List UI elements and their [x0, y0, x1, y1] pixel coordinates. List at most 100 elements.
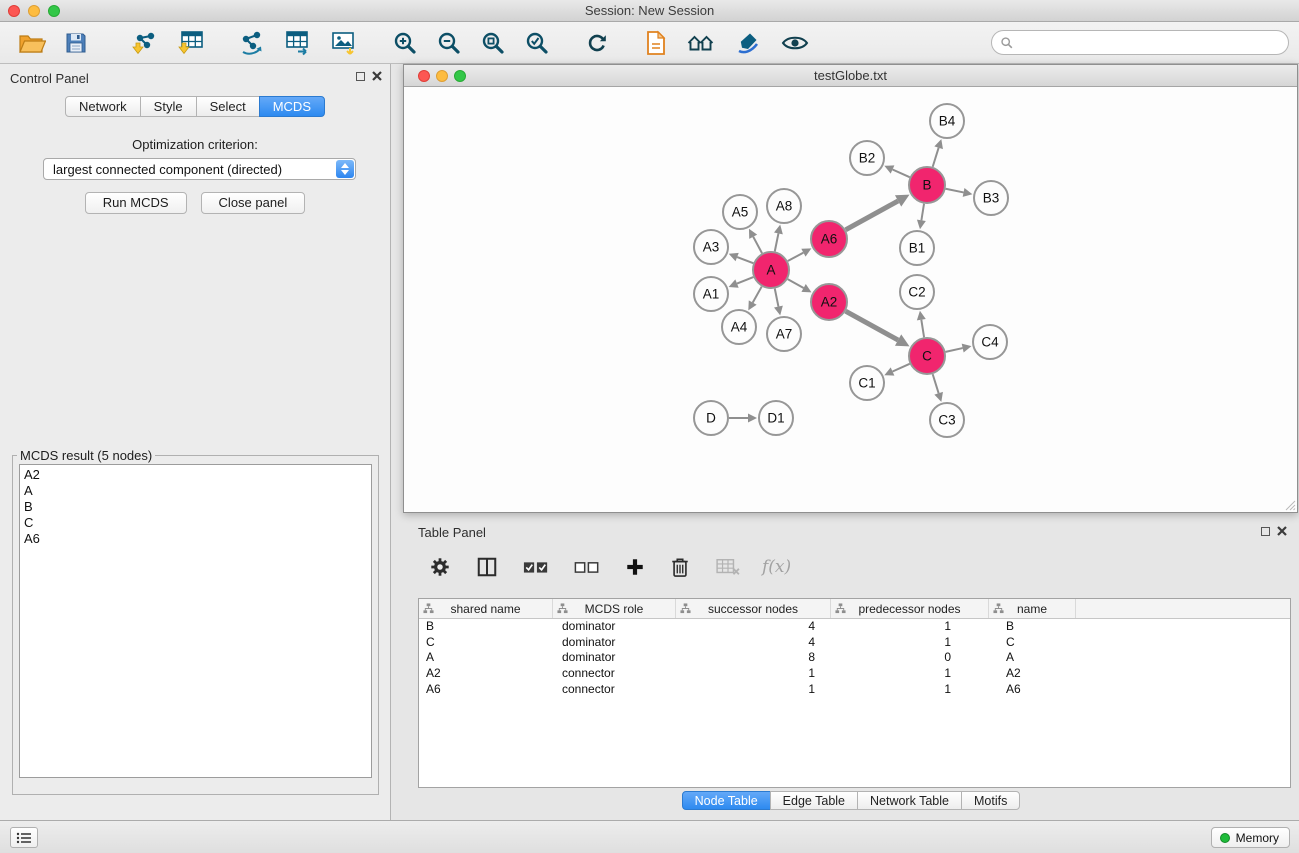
graph-node-B1[interactable]: B1 — [900, 231, 934, 265]
table-cell[interactable]: A6 — [989, 682, 1076, 698]
table-cell[interactable]: 1 — [676, 682, 831, 698]
graph-node-A[interactable]: A — [753, 252, 789, 288]
float-table-panel-icon[interactable] — [1261, 527, 1270, 536]
refresh-icon[interactable] — [580, 26, 614, 60]
graph-edge-A-A2[interactable] — [788, 279, 804, 288]
resize-grip-icon[interactable] — [1284, 499, 1296, 511]
tab-motifs[interactable]: Motifs — [961, 791, 1020, 810]
column-header-mcds-role[interactable]: MCDS role — [553, 599, 676, 618]
table-cell[interactable]: C — [419, 635, 553, 651]
table-cell[interactable]: 1 — [831, 619, 989, 635]
function-builder-icon[interactable]: f(x) — [762, 557, 791, 577]
dropdown-stepper-icon[interactable] — [336, 160, 354, 178]
zoom-selected-icon[interactable] — [520, 26, 554, 60]
close-panel-button[interactable]: Close panel — [201, 192, 306, 214]
table-cell[interactable]: A2 — [989, 666, 1076, 682]
select-all-icon[interactable] — [519, 550, 553, 584]
search-input[interactable] — [1020, 35, 1280, 50]
result-list-item[interactable]: A6 — [24, 531, 367, 547]
delete-table-icon[interactable] — [711, 550, 745, 584]
tab-node-table[interactable]: Node Table — [682, 791, 771, 810]
column-header-predecessor-nodes[interactable]: predecessor nodes — [831, 599, 989, 618]
tab-network-table[interactable]: Network Table — [857, 791, 962, 810]
graph-node-B[interactable]: B — [909, 167, 945, 203]
graph-node-B3[interactable]: B3 — [974, 181, 1008, 215]
graph-edge-C-C2[interactable] — [921, 320, 924, 338]
graph-edge-A-A1[interactable] — [737, 277, 753, 284]
graph-edge-A-A4[interactable] — [753, 287, 762, 303]
result-list-item[interactable]: C — [24, 515, 367, 531]
import-table-icon[interactable] — [172, 26, 208, 60]
table-cell[interactable]: 1 — [676, 666, 831, 682]
column-header-name[interactable]: name — [989, 599, 1076, 618]
apply-style-icon[interactable] — [730, 26, 766, 60]
graph-node-C4[interactable]: C4 — [973, 325, 1007, 359]
table-cell[interactable]: A6 — [419, 682, 553, 698]
deselect-all-icon[interactable] — [570, 550, 604, 584]
table-cell[interactable]: dominator — [553, 635, 676, 651]
run-mcds-button[interactable]: Run MCDS — [85, 192, 187, 214]
graph-edge-C-C1[interactable] — [893, 364, 910, 372]
graph-edge-C-C4[interactable] — [946, 348, 963, 352]
first-neighbors-icon[interactable] — [682, 26, 720, 60]
table-cell[interactable]: A — [989, 650, 1076, 666]
export-table-icon[interactable] — [280, 26, 316, 60]
add-row-icon[interactable] — [621, 550, 649, 584]
float-panel-icon[interactable] — [356, 72, 365, 81]
table-cell[interactable]: 1 — [831, 682, 989, 698]
search-box[interactable] — [991, 30, 1289, 55]
graph-edge-A-A7[interactable] — [775, 289, 779, 307]
graph-node-A2[interactable]: A2 — [811, 284, 847, 320]
gear-icon[interactable] — [425, 550, 455, 584]
graph-edge-B-B3[interactable] — [946, 189, 964, 193]
graph-edge-B-B1[interactable] — [921, 204, 924, 221]
criterion-dropdown[interactable]: largest connected component (directed) — [43, 158, 356, 180]
graph-node-A1[interactable]: A1 — [694, 277, 728, 311]
graph-node-A6[interactable]: A6 — [811, 221, 847, 257]
table-cell[interactable]: dominator — [553, 619, 676, 635]
result-list-item[interactable]: A2 — [24, 467, 367, 483]
table-cell[interactable]: 8 — [676, 650, 831, 666]
graph-node-B4[interactable]: B4 — [930, 104, 964, 138]
columns-icon[interactable] — [472, 550, 502, 584]
graph-node-A7[interactable]: A7 — [767, 317, 801, 351]
task-history-button[interactable] — [10, 827, 38, 848]
graph-edge-C-C3[interactable] — [933, 374, 939, 393]
table-cell[interactable]: B — [989, 619, 1076, 635]
table-cell[interactable]: B — [419, 619, 553, 635]
tab-select[interactable]: Select — [196, 96, 260, 117]
graph-node-A4[interactable]: A4 — [722, 310, 756, 344]
table-cell[interactable]: 1 — [831, 666, 989, 682]
table-cell[interactable]: 0 — [831, 650, 989, 666]
tab-edge-table[interactable]: Edge Table — [770, 791, 858, 810]
table-cell[interactable]: 4 — [676, 619, 831, 635]
graph-node-D[interactable]: D — [694, 401, 728, 435]
table-cell[interactable]: C — [989, 635, 1076, 651]
memory-button[interactable]: Memory — [1211, 827, 1290, 848]
tab-mcds[interactable]: MCDS — [259, 96, 325, 117]
table-row[interactable]: Adominator80A — [419, 650, 1290, 666]
graph-edge-B-B2[interactable] — [893, 169, 910, 177]
table-cell[interactable]: 4 — [676, 635, 831, 651]
graph-edge-A-A6[interactable] — [788, 253, 804, 261]
graph-node-D1[interactable]: D1 — [759, 401, 793, 435]
graph-edge-B-B4[interactable] — [933, 148, 939, 167]
graph-edge-A-A3[interactable] — [737, 257, 753, 263]
table-row[interactable]: Cdominator41C — [419, 635, 1290, 651]
table-cell[interactable]: connector — [553, 682, 676, 698]
graph-node-B2[interactable]: B2 — [850, 141, 884, 175]
export-network-icon[interactable] — [234, 26, 270, 60]
close-panel-icon[interactable] — [372, 71, 382, 81]
new-document-icon[interactable] — [640, 26, 672, 60]
graph-node-C2[interactable]: C2 — [900, 275, 934, 309]
graph-node-A5[interactable]: A5 — [723, 195, 757, 229]
table-cell[interactable]: A — [419, 650, 553, 666]
column-header-shared-name[interactable]: shared name — [419, 599, 553, 618]
graph-node-C3[interactable]: C3 — [930, 403, 964, 437]
table-cell[interactable]: A2 — [419, 666, 553, 682]
graph-edge-A6-B[interactable] — [846, 201, 898, 230]
graph-node-C1[interactable]: C1 — [850, 366, 884, 400]
graph-node-A3[interactable]: A3 — [694, 230, 728, 264]
table-cell[interactable]: dominator — [553, 650, 676, 666]
table-cell[interactable]: 1 — [831, 635, 989, 651]
